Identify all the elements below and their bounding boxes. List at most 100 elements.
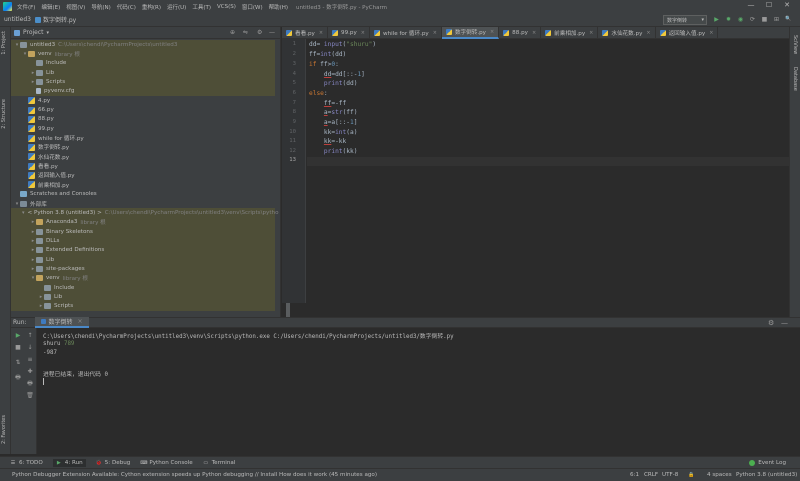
menu-tools[interactable]: 工具(T)	[192, 3, 211, 11]
tree-item[interactable]: Scratches and Consoles	[11, 190, 275, 199]
tree-item[interactable]: Include	[11, 282, 275, 293]
tree-item[interactable]: ▸ Scripts	[11, 77, 275, 87]
chevron-down-icon[interactable]: ▾	[22, 210, 25, 216]
coverage-icon[interactable]: ◉	[737, 16, 744, 23]
indent-setting[interactable]: 4 spaces	[707, 472, 732, 478]
up-stack-icon[interactable]: ↑	[26, 332, 34, 340]
editor-tab[interactable]: 看看.py ×	[282, 27, 329, 39]
maximize-button[interactable]: ☐	[760, 1, 778, 9]
soft-wrap-icon[interactable]: ≡	[26, 356, 34, 364]
gear-icon[interactable]: ⚙	[768, 319, 774, 327]
python-interpreter[interactable]: Python 3.8 (untitled3)	[736, 472, 797, 478]
tree-item[interactable]: ▸ DLLs	[11, 236, 275, 246]
lock-icon[interactable]: 🔒	[688, 472, 694, 478]
tree-item[interactable]: 看看.py	[11, 161, 275, 170]
rerun-icon[interactable]: ▶	[14, 332, 22, 340]
editor-tab[interactable]: 水仙花数.py ×	[598, 27, 656, 39]
tree-item[interactable]: ▸ Lib	[11, 68, 275, 78]
line-separator[interactable]: CRLF	[644, 472, 658, 478]
project-tool-tab[interactable]: 1: Project	[1, 31, 7, 55]
tree-item[interactable]: ▸ Extended Definitions	[11, 245, 275, 255]
down-stack-icon[interactable]: ↓	[26, 344, 34, 352]
close-icon[interactable]: ×	[589, 30, 593, 36]
rerun-icon[interactable]: ⟳	[749, 16, 756, 23]
project-structure-icon[interactable]: ⊞	[773, 16, 780, 23]
trash-icon[interactable]: 🗑	[26, 392, 34, 400]
run-icon[interactable]: ▶	[713, 16, 720, 23]
structure-tool-tab[interactable]: 2: Structure	[1, 99, 7, 129]
tree-item[interactable]: ▸ Binary Skeletons	[11, 226, 275, 237]
breadcrumb-project[interactable]: untitled3	[4, 16, 31, 23]
pin-icon[interactable]: 🖶	[14, 374, 22, 382]
hide-panel-icon[interactable]: —	[269, 29, 275, 36]
tree-item[interactable]: 66.py	[11, 105, 275, 114]
stop-icon[interactable]: ■	[14, 344, 22, 352]
tree-item[interactable]: ▾ untitled3 C:\Users\chendi\PycharmProject…	[11, 40, 275, 50]
tree-item[interactable]: Include	[11, 58, 275, 69]
tree-item[interactable]: while for 循环.py	[11, 133, 275, 142]
tree-item[interactable]: ▸ Lib	[11, 254, 275, 265]
close-icon[interactable]: ×	[646, 30, 650, 36]
run-configuration-select[interactable]: 数字倒转 ▾	[663, 15, 707, 25]
tree-item[interactable]: ▾ venv library 根	[11, 273, 275, 283]
tree-item[interactable]: 返回输入值.py	[11, 171, 275, 180]
breadcrumb-file[interactable]: 数字倒转.py	[43, 15, 76, 24]
debug-tool-tab[interactable]: 🐞 5: Debug	[96, 460, 131, 466]
stop-icon[interactable]: ■	[761, 16, 768, 23]
file-encoding[interactable]: UTF-8	[662, 472, 678, 478]
tree-item[interactable]: ▾ venv library 根	[11, 49, 275, 59]
gear-icon[interactable]: ⚙	[257, 29, 262, 36]
hide-panel-icon[interactable]: —	[781, 319, 788, 327]
close-window-button[interactable]: ✕	[778, 1, 796, 9]
chevron-down-icon[interactable]: ▾	[47, 30, 50, 36]
menu-help[interactable]: 帮助(H)	[269, 3, 288, 11]
code-editor[interactable]: dd= input("shuru") ff=int(dd) if ff>0: d…	[307, 39, 789, 303]
tree-item[interactable]: ▸ Lib	[11, 292, 275, 302]
todo-tool-tab[interactable]: ☰ 6: TODO	[10, 460, 43, 466]
sciview-tool-tab[interactable]: SciView	[792, 35, 798, 54]
editor-tab[interactable]: 99.py ×	[328, 27, 370, 39]
tree-item[interactable]: 99.py	[11, 124, 275, 133]
editor-tab[interactable]: while for 循环.py ×	[370, 27, 442, 39]
locate-icon[interactable]: ⊕	[230, 29, 235, 36]
python-console-tool-tab[interactable]: ⌨ Python Console	[140, 460, 192, 466]
collapse-all-icon[interactable]: ⇋	[243, 29, 248, 36]
print-icon[interactable]: 🖶	[26, 380, 34, 388]
close-icon[interactable]: ×	[709, 30, 713, 36]
tree-item[interactable]: 水仙花数.py	[11, 152, 275, 161]
project-panel-title[interactable]: Project	[23, 29, 44, 36]
menu-view[interactable]: 视图(V)	[66, 3, 85, 11]
tree-item[interactable]: 4.py	[11, 96, 275, 105]
close-icon[interactable]: ×	[361, 30, 365, 36]
status-message[interactable]: Python Debugger Extension Available: Cyt…	[12, 472, 377, 478]
close-icon[interactable]: ×	[433, 30, 437, 36]
tree-item[interactable]: ▾ 外部库	[11, 199, 275, 208]
close-icon[interactable]: ×	[532, 30, 536, 36]
event-log-tab[interactable]: Event Log	[749, 460, 786, 466]
minimize-button[interactable]: —	[742, 1, 760, 9]
tree-item[interactable]: ▸ Anaconda3 library 根	[11, 217, 275, 227]
tree-item[interactable]: 数字倒转.py	[11, 143, 275, 152]
tree-item[interactable]: pyvenv.cfg	[11, 86, 275, 97]
debug-icon[interactable]: ✹	[725, 16, 732, 23]
close-icon[interactable]: ×	[78, 318, 83, 325]
editor-tab[interactable]: 数字倒转.py ×	[441, 27, 500, 39]
editor-tab[interactable]: 88.py ×	[499, 27, 542, 39]
tree-item[interactable]: ▸ site-packages	[11, 264, 275, 274]
editor-tab[interactable]: 返回输入值.py ×	[656, 27, 719, 39]
favorites-tool-tab[interactable]: 2: Favorites	[1, 415, 7, 444]
menu-vcs[interactable]: VCS(S)	[217, 4, 236, 10]
caret-position[interactable]: 6:1	[630, 472, 639, 478]
menu-window[interactable]: 窗口(W)	[242, 3, 263, 11]
menu-code[interactable]: 代码(C)	[117, 3, 136, 11]
close-icon[interactable]: ×	[319, 30, 323, 36]
menu-file[interactable]: 文件(F)	[17, 3, 35, 11]
menu-edit[interactable]: 编辑(E)	[41, 3, 60, 11]
search-icon[interactable]: 🔍	[785, 16, 792, 23]
database-tool-tab[interactable]: Database	[792, 67, 798, 91]
run-console[interactable]: C:\Users\chendi\PycharmProjects\untitled…	[37, 328, 789, 454]
terminal-tool-tab[interactable]: ▭ Terminal	[203, 460, 235, 466]
editor-tab[interactable]: 前乘相加.py ×	[541, 27, 599, 39]
menu-navigate[interactable]: 导航(N)	[91, 3, 110, 11]
tree-item[interactable]: ▾ < Python 3.8 (untitled3) > C:\Users\chen…	[11, 208, 279, 218]
